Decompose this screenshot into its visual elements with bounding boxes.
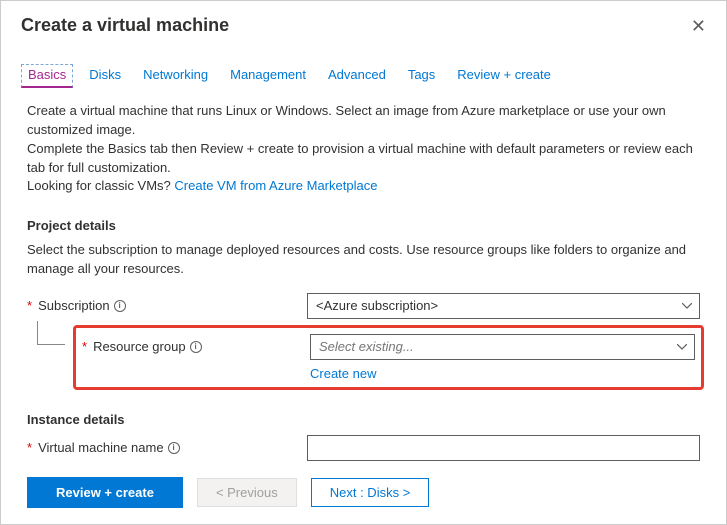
dialog-title: Create a virtual machine — [21, 15, 229, 36]
required-icon: * — [82, 339, 87, 354]
close-icon[interactable]: ✕ — [691, 17, 706, 35]
dialog-body: Basics Disks Networking Management Advan… — [1, 49, 726, 464]
subscription-label: * Subscription i — [27, 298, 307, 313]
instance-details-heading: Instance details — [27, 412, 700, 427]
subscription-row: * Subscription i <Azure subscription> — [27, 293, 700, 319]
intro-line2: Complete the Basics tab then Review + cr… — [27, 140, 700, 178]
resource-group-select[interactable]: Select existing... — [310, 334, 695, 360]
intro-text: Create a virtual machine that runs Linux… — [27, 102, 700, 196]
tab-bar: Basics Disks Networking Management Advan… — [27, 67, 700, 88]
tab-review-create[interactable]: Review + create — [457, 67, 551, 88]
resource-group-block: * Resource group i Select existing... Cr… — [27, 325, 700, 390]
required-icon: * — [27, 440, 32, 455]
tree-connector — [37, 321, 65, 345]
subscription-select[interactable]: <Azure subscription> — [307, 293, 700, 319]
review-create-button[interactable]: Review + create — [27, 477, 183, 508]
next-button[interactable]: Next : Disks > — [311, 478, 430, 507]
tab-advanced[interactable]: Advanced — [328, 67, 386, 88]
project-details-desc: Select the subscription to manage deploy… — [27, 241, 700, 279]
tab-disks[interactable]: Disks — [89, 67, 121, 88]
tab-basics[interactable]: Basics — [21, 64, 73, 88]
tab-management[interactable]: Management — [230, 67, 306, 88]
marketplace-link[interactable]: Create VM from Azure Marketplace — [174, 178, 377, 193]
create-new-link[interactable]: Create new — [310, 366, 376, 381]
resource-group-label: * Resource group i — [82, 339, 310, 354]
tab-tags[interactable]: Tags — [408, 67, 435, 88]
dialog-header: Create a virtual machine ✕ — [1, 1, 726, 46]
vm-name-input[interactable] — [307, 435, 700, 461]
dialog-footer: Review + create < Previous Next : Disks … — [1, 465, 726, 524]
tab-networking[interactable]: Networking — [143, 67, 208, 88]
info-icon[interactable]: i — [168, 442, 180, 454]
required-icon: * — [27, 298, 32, 313]
vm-name-label: * Virtual machine name i — [27, 440, 307, 455]
previous-button: < Previous — [197, 478, 297, 507]
vm-name-row: * Virtual machine name i — [27, 435, 700, 461]
intro-line3: Looking for classic VMs? Create VM from … — [27, 177, 700, 196]
highlight-box: * Resource group i Select existing... Cr… — [73, 325, 704, 390]
project-details-heading: Project details — [27, 218, 700, 233]
info-icon[interactable]: i — [114, 300, 126, 312]
intro-line1: Create a virtual machine that runs Linux… — [27, 102, 700, 140]
info-icon[interactable]: i — [190, 341, 202, 353]
